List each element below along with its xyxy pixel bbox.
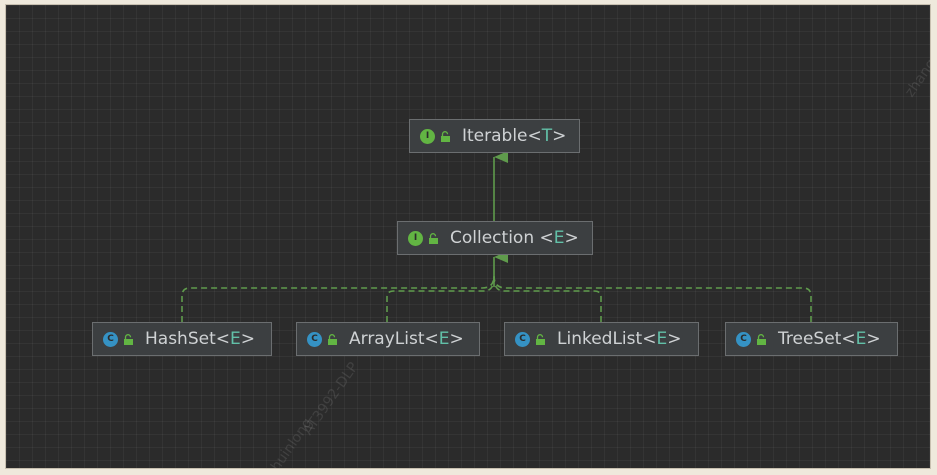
node-hashset-label: HashSet<E> [145, 329, 255, 349]
public-lock-icon [536, 333, 545, 345]
edge-linkedlist-implements-collection [493, 276, 602, 322]
type-parameter: E [553, 228, 565, 248]
node-linkedlist[interactable]: C LinkedList<E> [504, 322, 699, 356]
edge-arraylist-implements-collection [386, 276, 495, 322]
type-parameter: E [230, 329, 241, 349]
public-lock-icon [124, 333, 133, 345]
public-lock-icon [441, 130, 450, 142]
node-treeset[interactable]: C TreeSet<E> [725, 322, 898, 356]
public-lock-icon [429, 232, 438, 244]
type-parameter: T [541, 126, 553, 146]
public-lock-icon [757, 333, 766, 345]
node-arraylist-label: ArrayList<E> [349, 329, 464, 349]
public-lock-icon [328, 333, 337, 345]
node-treeset-label: TreeSet<E> [778, 329, 881, 349]
node-iterable[interactable]: I Iterable<T> [409, 119, 580, 153]
node-collection-label: Collection <E> [450, 228, 579, 248]
diagram-canvas: I Iterable<T> I Collection <E> C HashSet… [5, 4, 931, 469]
interface-icon: I [420, 128, 435, 144]
node-arraylist[interactable]: C ArrayList<E> [296, 322, 480, 356]
class-icon: C [736, 331, 751, 347]
class-icon: C [103, 331, 118, 347]
node-hashset[interactable]: C HashSet<E> [92, 322, 272, 356]
type-parameter: E [855, 329, 867, 349]
type-parameter: E [656, 329, 668, 349]
node-collection[interactable]: I Collection <E> [397, 221, 593, 255]
class-icon: C [307, 331, 322, 347]
node-linkedlist-label: LinkedList<E> [557, 329, 682, 349]
edge-treeset-implements-collection [493, 275, 812, 322]
class-icon: C [515, 331, 530, 347]
edge-hashset-implements-collection [181, 275, 495, 322]
interface-icon: I [408, 230, 423, 246]
type-parameter: E [438, 329, 450, 349]
node-iterable-label: Iterable<T> [462, 126, 567, 146]
